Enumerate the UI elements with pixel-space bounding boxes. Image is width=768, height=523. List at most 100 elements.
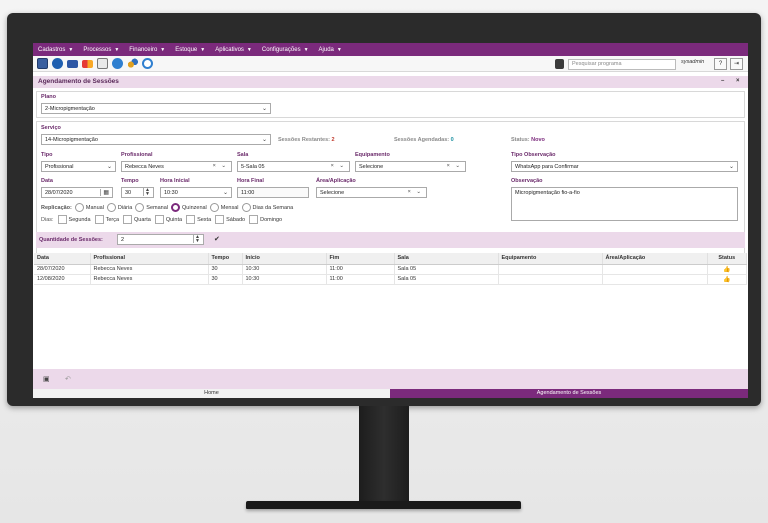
chat-icon[interactable] bbox=[112, 58, 123, 69]
tempo-value: 30 bbox=[125, 190, 132, 196]
observacao-textarea[interactable]: Micropigmentação fio-a-fio bbox=[511, 187, 738, 221]
cell-equipamento bbox=[498, 264, 603, 275]
help-button[interactable]: ? bbox=[714, 58, 727, 70]
hora-inicial-select[interactable]: 10:30 ⌄ bbox=[160, 187, 232, 198]
menu-estoque[interactable]: Estoque ▼ bbox=[175, 47, 205, 53]
radio-dias-semana[interactable] bbox=[241, 203, 251, 212]
status-label: Status: bbox=[511, 137, 530, 143]
table-header-row: Data Profissional Tempo Início Fim Sala … bbox=[34, 253, 747, 265]
stepper-arrows-icon[interactable]: ▲ ▼ bbox=[193, 235, 200, 244]
menu-configuracoes[interactable]: Configurações ▼ bbox=[262, 47, 309, 53]
thumbs-up-icon[interactable]: 👍 bbox=[723, 277, 730, 283]
stepper-arrows-icon[interactable]: ▲ ▼ bbox=[143, 188, 150, 197]
cell-area bbox=[602, 274, 708, 285]
quantidade-stepper[interactable]: 2 ▲ ▼ bbox=[117, 234, 204, 245]
tempo-stepper[interactable]: 30 ▲ ▼ bbox=[121, 187, 154, 198]
thumbs-up-icon[interactable]: 👍 bbox=[723, 267, 730, 273]
col-profissional[interactable]: Profissional bbox=[90, 253, 209, 265]
chevron-down-icon: ⌄ bbox=[222, 190, 228, 196]
users-icon[interactable] bbox=[127, 58, 138, 69]
menu-cadastros[interactable]: Cadastros ▼ bbox=[38, 47, 73, 53]
tab-home[interactable]: Home bbox=[33, 389, 390, 398]
cell-sala: Sala 05 bbox=[394, 264, 499, 275]
radio-mensal[interactable] bbox=[209, 203, 219, 212]
tipo-observacao-select[interactable]: WhatsApp para Confirmar ⌄ bbox=[511, 161, 738, 172]
data-input[interactable]: 28/07/2020 ▦ bbox=[41, 187, 113, 198]
checkbox-quarta[interactable] bbox=[123, 215, 133, 224]
col-inicio[interactable]: Início bbox=[242, 253, 327, 265]
tipo-value: Profissional bbox=[45, 164, 74, 170]
sala-select[interactable]: 5-Sala 05 × ⌄ bbox=[237, 161, 350, 172]
chevron-down-icon: ⌄ bbox=[261, 137, 267, 143]
tab-agendamento[interactable]: Agendamento de Sessões bbox=[390, 389, 748, 398]
checkbox-label: Terça bbox=[105, 216, 120, 223]
menu-label: Aplicativos bbox=[215, 46, 244, 53]
col-fim[interactable]: Fim bbox=[326, 253, 395, 265]
hora-final-input[interactable]: 11:00 bbox=[237, 187, 309, 198]
area-select[interactable]: Selecione × ⌄ bbox=[316, 187, 427, 198]
search-program-input[interactable]: Pesquisar programa bbox=[568, 59, 676, 70]
checkbox-segunda[interactable] bbox=[57, 215, 67, 224]
profissional-label: Profissional bbox=[121, 152, 153, 158]
sessoes-agendadas: Sessões Agendadas: 0 bbox=[394, 137, 454, 143]
tipo-select[interactable]: Profissional ⌄ bbox=[41, 161, 116, 172]
checkbox-sexta[interactable] bbox=[186, 215, 196, 224]
checkbox-quinta[interactable] bbox=[154, 215, 164, 224]
cell-data: 12/08/2020 bbox=[34, 274, 91, 285]
hora-final-value: 11:00 bbox=[241, 190, 255, 196]
menu-label: Ajuda bbox=[318, 46, 334, 53]
quantidade-value: 2 bbox=[121, 237, 125, 243]
profissional-value: Rebecca Neves bbox=[125, 164, 164, 170]
cell-equipamento bbox=[498, 274, 603, 285]
window-tabs: Home Agendamento de Sessões bbox=[33, 389, 748, 398]
radio-quinzenal[interactable] bbox=[171, 203, 181, 212]
calendar-icon[interactable] bbox=[97, 58, 108, 69]
caret-down-icon: ▼ bbox=[114, 46, 120, 53]
save-icon[interactable]: ▣ bbox=[43, 375, 50, 383]
cell-tempo: 30 bbox=[208, 264, 243, 275]
profissional-select[interactable]: Rebecca Neves × ⌄ bbox=[121, 161, 232, 172]
radio-semanal[interactable] bbox=[135, 203, 145, 212]
minimize-icon[interactable]: – bbox=[721, 78, 724, 84]
sessions-table: Data Profissional Tempo Início Fim Sala … bbox=[34, 253, 747, 285]
close-icon[interactable]: × bbox=[736, 78, 740, 84]
col-status[interactable]: Status bbox=[707, 253, 747, 265]
area-value: Selecione bbox=[320, 190, 345, 196]
visa-card-icon[interactable] bbox=[67, 60, 78, 68]
col-area[interactable]: Área/Aplicação bbox=[602, 253, 708, 265]
menu-financeiro[interactable]: Financeiro ▼ bbox=[129, 47, 165, 53]
book-icon[interactable] bbox=[555, 59, 564, 69]
refresh-icon[interactable] bbox=[142, 58, 153, 69]
col-equipamento[interactable]: Equipamento bbox=[498, 253, 603, 265]
checkbox-terca[interactable] bbox=[94, 215, 104, 224]
save-icon[interactable] bbox=[37, 58, 48, 69]
checkbox-sabado[interactable] bbox=[215, 215, 225, 224]
menu-label: Estoque bbox=[175, 46, 198, 53]
table-row[interactable]: 12/08/2020 Rebecca Neves 30 10:30 11:00 … bbox=[34, 274, 747, 285]
menu-label: Processos bbox=[83, 46, 112, 53]
equipamento-value: Selecione bbox=[359, 164, 384, 170]
checkbox-domingo[interactable] bbox=[249, 215, 259, 224]
caret-down-icon: ▼ bbox=[68, 46, 74, 53]
sala-value: 5-Sala 05 bbox=[241, 164, 265, 170]
col-sala[interactable]: Sala bbox=[394, 253, 499, 265]
confirm-check-icon[interactable]: ✔ bbox=[214, 235, 220, 243]
table-row[interactable]: 28/07/2020 Rebecca Neves 30 10:30 11:00 … bbox=[34, 264, 747, 275]
radio-manual[interactable] bbox=[74, 203, 84, 212]
col-data[interactable]: Data bbox=[34, 253, 91, 265]
globe-icon[interactable] bbox=[52, 58, 63, 69]
col-tempo[interactable]: Tempo bbox=[208, 253, 243, 265]
menu-aplicativos[interactable]: Aplicativos ▼ bbox=[215, 47, 252, 53]
radio-diaria[interactable] bbox=[106, 203, 116, 212]
calendar-icon[interactable]: ▦ bbox=[100, 189, 109, 196]
mastercard-icon[interactable] bbox=[82, 60, 93, 68]
observacao-value: Micropigmentação fio-a-fio bbox=[515, 190, 580, 196]
equipamento-select[interactable]: Selecione × ⌄ bbox=[355, 161, 466, 172]
menu-processos[interactable]: Processos ▼ bbox=[83, 47, 119, 53]
clear-chevron-icon: × ⌄ bbox=[446, 163, 462, 169]
undo-icon[interactable]: ↶ bbox=[65, 375, 71, 383]
logout-button[interactable]: ⇥ bbox=[730, 58, 743, 70]
menu-ajuda[interactable]: Ajuda ▼ bbox=[319, 47, 342, 53]
servico-select[interactable]: 14-Micropigmentação ⌄ bbox=[41, 134, 271, 145]
plano-select[interactable]: 2-Micropigmentação ⌄ bbox=[41, 103, 271, 114]
